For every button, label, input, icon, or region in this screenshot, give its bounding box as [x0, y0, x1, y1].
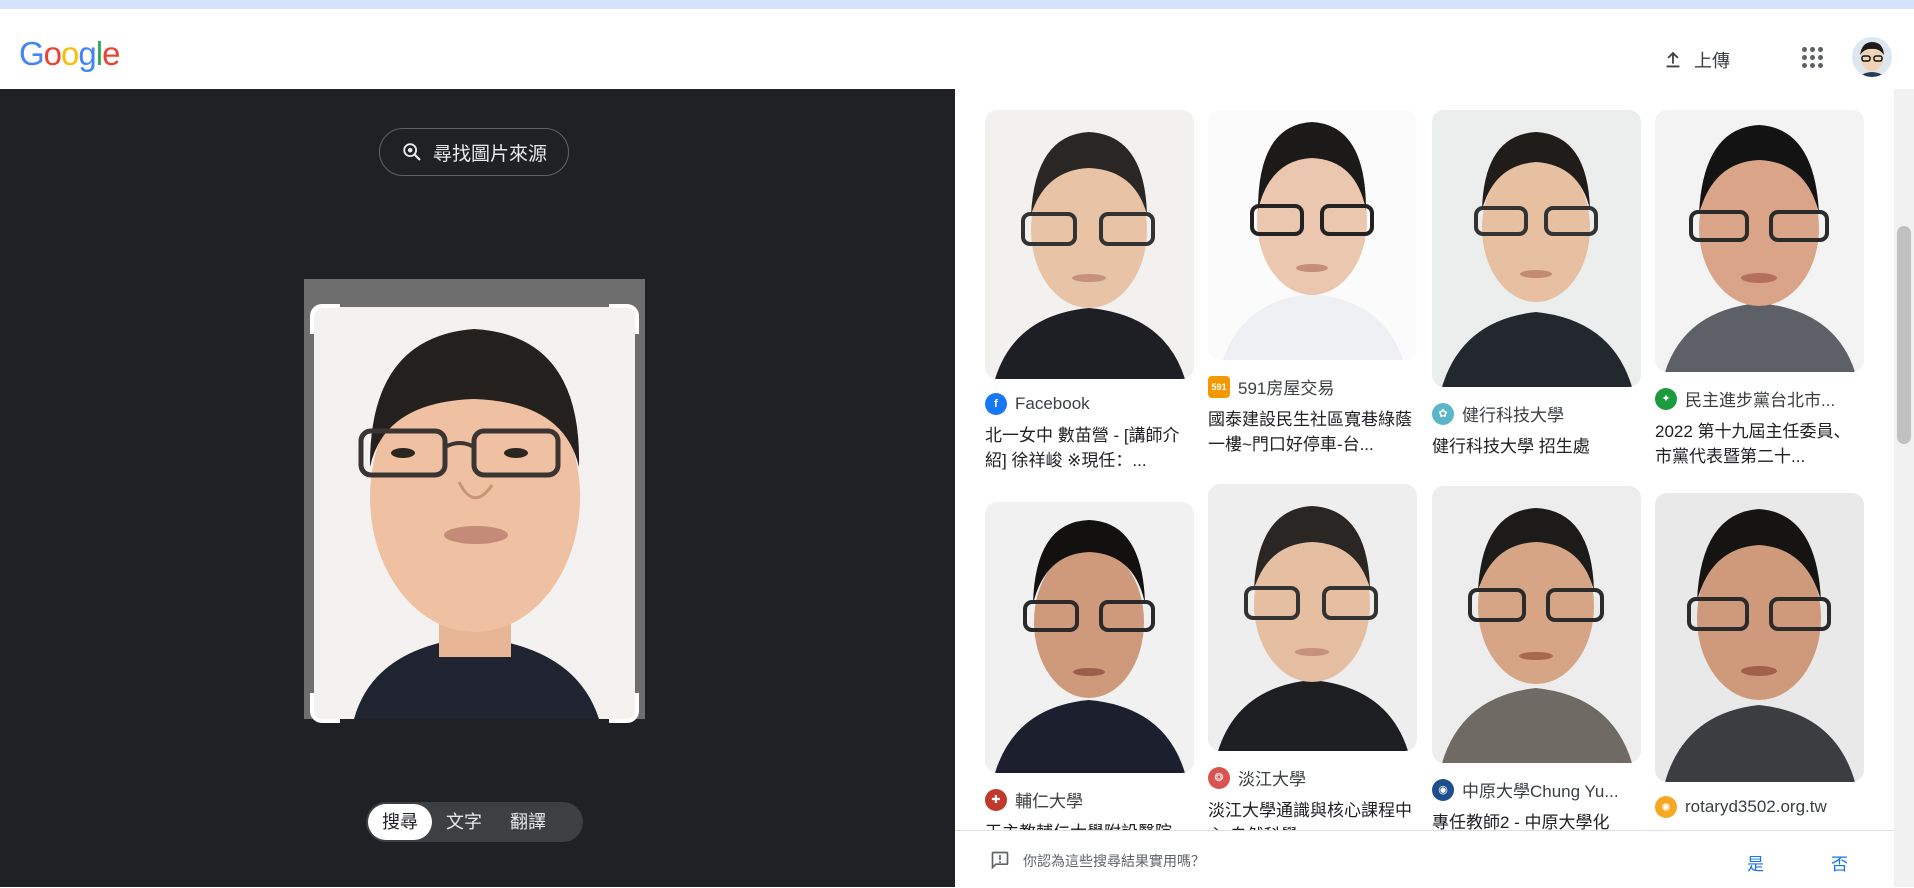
- result-image: [1655, 493, 1864, 782]
- result-source: ✿ 健行科技大學: [1432, 401, 1641, 426]
- result-source: ❂ 淡江大學: [1208, 765, 1417, 790]
- account-avatar[interactable]: [1852, 37, 1892, 77]
- logo-letter: o: [61, 35, 79, 72]
- result-source: ✚ 輔仁大學: [985, 787, 1194, 812]
- result-title: 健行科技大學 招生處: [1432, 437, 1590, 456]
- feedback-yes-button[interactable]: 是: [1747, 850, 1764, 875]
- fju-icon: ✚: [985, 788, 1007, 811]
- browser-top-strip: [0, 0, 1914, 9]
- feedback-icon: [991, 851, 1009, 870]
- result-title: 北一女中 數苗營 - [講師介紹] 徐祥峻 ※現任：...: [985, 426, 1180, 470]
- upload-label: 上傳: [1694, 51, 1730, 71]
- result-card[interactable]: f Facebook 北一女中 數苗營 - [講師介紹] 徐祥峻 ※現任：...: [985, 110, 1194, 473]
- logo-letter: o: [43, 35, 62, 72]
- results-scrollbar[interactable]: [1894, 89, 1914, 887]
- upload-icon: [1666, 51, 1680, 68]
- mode-translate-tab[interactable]: 翻譯: [496, 804, 560, 840]
- result-source: f Facebook: [985, 393, 1194, 415]
- crop-handle-top-right[interactable]: [609, 304, 639, 334]
- query-image: [314, 307, 635, 719]
- result-image: [1655, 110, 1864, 372]
- query-image-frame[interactable]: [304, 279, 645, 723]
- find-image-source-label: 尋找圖片來源: [432, 143, 547, 165]
- result-source: ✦ 民主進步黨台北市...: [1655, 386, 1864, 411]
- crop-handle-bottom-left[interactable]: [310, 693, 340, 723]
- logo-letter: G: [19, 35, 45, 72]
- result-card[interactable]: ❂淡江大學 淡江大學通識與核心課程中心 自然科學...: [1208, 484, 1417, 848]
- crop-handle-bottom-right[interactable]: [609, 693, 639, 723]
- visual-matches-panel: f Facebook 北一女中 數苗營 - [講師介紹] 徐祥峻 ※現任：... …: [955, 89, 1914, 887]
- result-source: ✺ rotaryd3502.org.tw: [1655, 796, 1864, 818]
- logo-letter: g: [78, 35, 96, 72]
- feedback-no-button[interactable]: 否: [1831, 850, 1848, 875]
- result-card[interactable]: ✦ 民主進步黨台北市... 2022 第十九屆主任委員、市黨代表暨第二十...: [1655, 110, 1864, 469]
- lens-mode-switcher: 搜尋 文字 翻譯: [366, 802, 583, 842]
- crop-handle-top-left[interactable]: [310, 304, 340, 334]
- cycu-icon: ◉: [1432, 778, 1454, 801]
- 591-icon: 591: [1208, 375, 1230, 398]
- find-image-source-button[interactable]: 尋找圖片來源: [379, 128, 569, 176]
- result-image: [1208, 484, 1417, 751]
- result-image: [1208, 110, 1417, 360]
- logo-letter: e: [102, 35, 120, 72]
- feedback-question: 你認為這些搜尋結果實用嗎？: [1023, 853, 1205, 869]
- result-source: ◉ 中原大學Chung Yu...: [1432, 777, 1641, 802]
- lens-search-icon: [403, 143, 421, 161]
- result-source: 591 591房屋交易: [1208, 374, 1417, 399]
- result-card[interactable]: 591 591房屋交易 國泰建設民生社區寬巷綠蔭一樓~門口好停車-台...: [1208, 110, 1417, 457]
- result-card[interactable]: ✚輔仁大學 天主教輔仁大學附設醫院: [985, 502, 1194, 845]
- result-image: [985, 110, 1194, 379]
- google-logo[interactable]: Google: [19, 35, 120, 73]
- rotary-icon: ✺: [1655, 796, 1677, 818]
- feedback-bar: 你認為這些搜尋結果實用嗎？ 是 否: [955, 830, 1894, 888]
- facebook-icon: f: [985, 393, 1007, 415]
- result-title: 2022 第十九屆主任委員、市黨代表暨第二十...: [1655, 422, 1851, 466]
- result-image: [1432, 110, 1641, 387]
- scrollbar-thumb[interactable]: [1897, 226, 1911, 444]
- dpp-icon: ✦: [1655, 387, 1677, 410]
- result-image: [1432, 486, 1641, 763]
- result-card[interactable]: ✿ 健行科技大學 健行科技大學 招生處: [1432, 110, 1641, 459]
- upload-button[interactable]: 上傳: [1662, 47, 1730, 73]
- mode-text-tab[interactable]: 文字: [432, 804, 496, 840]
- apps-grid-icon[interactable]: [1802, 47, 1824, 69]
- result-card[interactable]: ✺ rotaryd3502.org.tw: [1655, 493, 1864, 818]
- result-image: [985, 502, 1194, 773]
- mode-search-tab[interactable]: 搜尋: [368, 804, 432, 840]
- tku-icon: ❂: [1208, 766, 1230, 789]
- header: Google 上傳: [0, 9, 1914, 89]
- result-card[interactable]: ◉ 中原大學Chung Yu... 專任教師2 - 中原大學化: [1432, 486, 1641, 835]
- uch-icon: ✿: [1432, 402, 1454, 425]
- result-title: 國泰建設民生社區寬巷綠蔭一樓~門口好停車-台...: [1208, 410, 1412, 454]
